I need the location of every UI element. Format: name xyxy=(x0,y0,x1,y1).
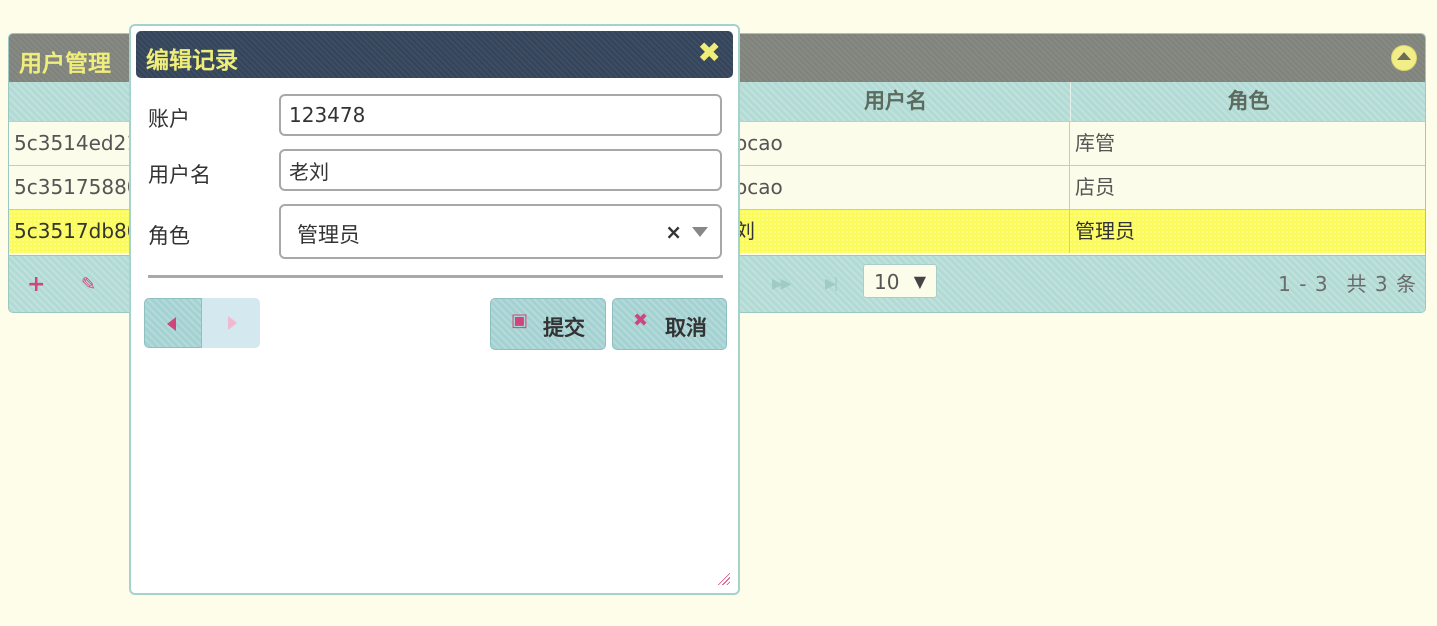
dialog-title: 编辑记录 xyxy=(146,48,238,74)
pencil-icon[interactable]: ✎ xyxy=(81,274,96,295)
column-header-username[interactable]: 用户名 xyxy=(719,82,1071,121)
column-header-role[interactable]: 角色 xyxy=(1070,82,1425,121)
plus-icon[interactable]: + xyxy=(27,272,45,297)
role-selected-value: 管理员 xyxy=(297,223,360,247)
prev-record-button[interactable] xyxy=(144,298,202,348)
arrow-left-icon xyxy=(167,317,176,331)
cell-username: ocao xyxy=(719,122,1070,165)
cell-username: ocao xyxy=(719,166,1070,209)
divider xyxy=(148,275,723,278)
close-icon[interactable]: ✖ xyxy=(698,37,721,69)
cell-role: 店员 xyxy=(1070,166,1425,209)
account-input[interactable] xyxy=(279,94,722,136)
next-page-icon[interactable]: ▶▶ xyxy=(772,276,791,292)
save-icon: ▣ xyxy=(511,310,529,331)
cell-role: 库管 xyxy=(1070,122,1425,165)
username-input[interactable] xyxy=(279,149,722,191)
resize-handle[interactable] xyxy=(716,571,730,585)
collapse-icon[interactable] xyxy=(1391,45,1417,71)
role-label: 角色 xyxy=(148,224,190,248)
page-size-select[interactable]: 10 ▼ xyxy=(863,264,937,298)
username-label: 用户名 xyxy=(148,163,211,187)
cell-username: 刘 xyxy=(719,210,1070,253)
cell-role: 管理员 xyxy=(1070,210,1425,253)
next-record-button[interactable] xyxy=(202,298,260,348)
dialog-title-bar[interactable]: 编辑记录 ✖ xyxy=(136,31,733,78)
cancel-button[interactable]: ✖ 取消 xyxy=(612,298,727,350)
submit-label: 提交 xyxy=(543,316,585,340)
grid-title: 用户管理 xyxy=(19,51,111,77)
chevron-down-icon[interactable] xyxy=(692,227,708,237)
arrow-right-icon xyxy=(228,316,237,330)
page-size-value: 10 xyxy=(874,270,900,294)
edit-record-dialog: 编辑记录 ✖ 账户 用户名 角色 管理员 × ▣ 提交 ✖ 取消 xyxy=(129,24,740,595)
chevron-down-icon: ▼ xyxy=(913,272,926,291)
role-select[interactable]: 管理员 × xyxy=(279,204,722,259)
page-range: 1 - 3 xyxy=(1278,272,1329,296)
last-page-icon[interactable]: ▶| xyxy=(825,276,839,292)
pagination-info: 1 - 3 共 3 条 xyxy=(1260,268,1417,297)
page-total: 共 3 条 xyxy=(1346,272,1417,296)
account-label: 账户 xyxy=(148,107,190,131)
clear-icon[interactable]: × xyxy=(665,220,682,244)
submit-button[interactable]: ▣ 提交 xyxy=(490,298,606,350)
close-icon: ✖ xyxy=(633,310,649,331)
cancel-label: 取消 xyxy=(665,316,707,340)
